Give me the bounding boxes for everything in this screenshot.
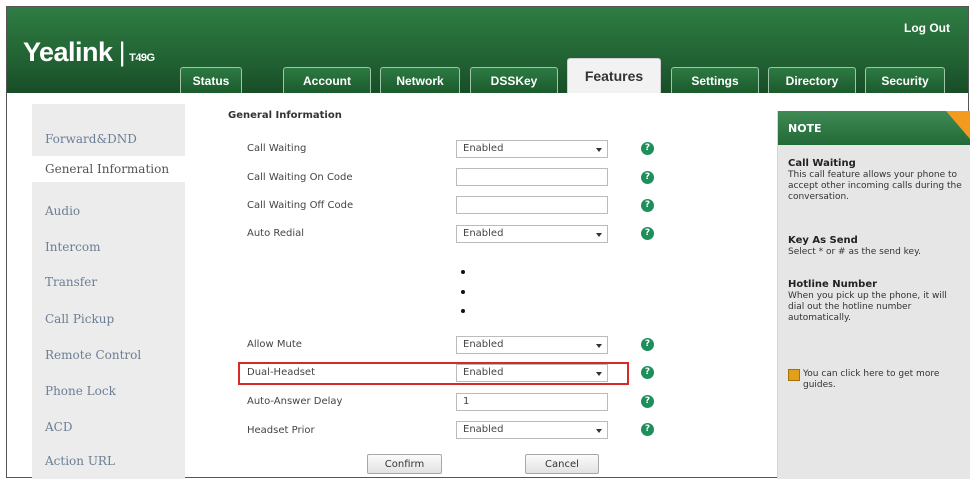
label-call-waiting-on-code: Call Waiting On Code (247, 172, 353, 183)
guide-link[interactable]: You can click here to get more guides. (803, 369, 963, 391)
call-waiting-value: Enabled (463, 143, 504, 154)
note-heading-hotline-number: Hotline Number (788, 279, 878, 290)
cancel-button[interactable]: Cancel (525, 454, 599, 474)
brand-logo: Yealink | T49G (23, 37, 155, 68)
logo-separator: | (118, 37, 126, 67)
allow-mute-value: Enabled (463, 339, 504, 350)
sidebar-item-phone-lock[interactable]: Phone Lock (45, 384, 116, 398)
dual-headset-value: Enabled (463, 367, 504, 378)
label-headset-prior: Headset Prior (247, 425, 315, 436)
label-allow-mute: Allow Mute (247, 339, 302, 350)
allow-mute-select[interactable]: Enabled (456, 336, 608, 354)
sidebar: Forward&DND General Information Audio In… (32, 104, 185, 479)
label-auto-redial: Auto Redial (247, 228, 305, 239)
ellipsis-dot (461, 290, 465, 294)
auto-answer-delay-input[interactable]: 1 (456, 393, 608, 411)
sidebar-item-intercom[interactable]: Intercom (45, 240, 100, 254)
call-waiting-select[interactable]: Enabled (456, 140, 608, 158)
sidebar-item-call-pickup[interactable]: Call Pickup (45, 312, 114, 326)
call-waiting-off-code-input[interactable] (456, 196, 608, 214)
tab-directory[interactable]: Directory (768, 67, 856, 93)
label-call-waiting: Call Waiting (247, 143, 307, 154)
note-text-call-waiting: This call feature allows your phone to a… (788, 170, 962, 202)
help-icon[interactable]: ? (641, 142, 654, 155)
note-text-key-as-send: Select * or # as the send key. (788, 247, 921, 257)
sidebar-item-audio[interactable]: Audio (45, 204, 80, 218)
brand-name: Yealink (23, 37, 113, 67)
auto-redial-select[interactable]: Enabled (456, 225, 608, 243)
label-call-waiting-off-code: Call Waiting Off Code (247, 200, 354, 211)
help-icon[interactable]: ? (641, 423, 654, 436)
section-title: General Information (228, 110, 342, 121)
tab-network[interactable]: Network (380, 67, 460, 93)
sidebar-item-transfer[interactable]: Transfer (45, 275, 97, 289)
tab-status[interactable]: Status (180, 67, 242, 93)
confirm-button[interactable]: Confirm (367, 454, 442, 474)
note-text-hotline-number: When you pick up the phone, it will dial… (788, 291, 947, 323)
sidebar-item-remote-control[interactable]: Remote Control (45, 348, 141, 362)
sidebar-item-acd[interactable]: ACD (45, 420, 72, 434)
ellipsis-dot (461, 270, 465, 274)
tab-settings[interactable]: Settings (671, 67, 759, 93)
help-icon[interactable]: ? (641, 395, 654, 408)
tab-security[interactable]: Security (865, 67, 945, 93)
guide-book-icon[interactable] (788, 369, 800, 381)
note-panel: NOTE Call Waiting This call feature allo… (777, 111, 970, 479)
headset-prior-value: Enabled (463, 424, 504, 435)
tab-account[interactable]: Account (283, 67, 371, 93)
help-icon[interactable]: ? (641, 171, 654, 184)
chevron-down-icon (596, 233, 602, 237)
model-name: T49G (129, 52, 155, 64)
note-header: NOTE (778, 111, 970, 145)
chevron-down-icon (596, 148, 602, 152)
note-corner-accent (946, 111, 970, 139)
tab-dsskey[interactable]: DSSKey (470, 67, 558, 93)
chevron-down-icon (596, 344, 602, 348)
sidebar-item-general-information[interactable]: General Information (32, 156, 185, 182)
headset-prior-select[interactable]: Enabled (456, 421, 608, 439)
ellipsis-dot (461, 309, 465, 313)
logout-link[interactable]: Log Out (904, 21, 950, 35)
help-icon[interactable]: ? (641, 199, 654, 212)
auto-redial-value: Enabled (463, 228, 504, 239)
header-bar: Yealink | T49G Log Out Status Account Netw… (7, 7, 968, 93)
label-auto-answer-delay: Auto-Answer Delay (247, 396, 343, 407)
note-title: NOTE (788, 122, 822, 135)
sidebar-item-forward-dnd[interactable]: Forward&DND (45, 132, 137, 146)
call-waiting-on-code-input[interactable] (456, 168, 608, 186)
chevron-down-icon (596, 429, 602, 433)
dual-headset-select[interactable]: Enabled (456, 364, 608, 382)
chevron-down-icon (596, 372, 602, 376)
help-icon[interactable]: ? (641, 227, 654, 240)
note-heading-call-waiting: Call Waiting (788, 158, 856, 169)
note-heading-key-as-send: Key As Send (788, 235, 858, 246)
tab-features[interactable]: Features (567, 58, 661, 93)
label-dual-headset: Dual-Headset (247, 367, 315, 378)
sidebar-item-action-url[interactable]: Action URL (45, 454, 115, 468)
help-icon[interactable]: ? (641, 366, 654, 379)
help-icon[interactable]: ? (641, 338, 654, 351)
